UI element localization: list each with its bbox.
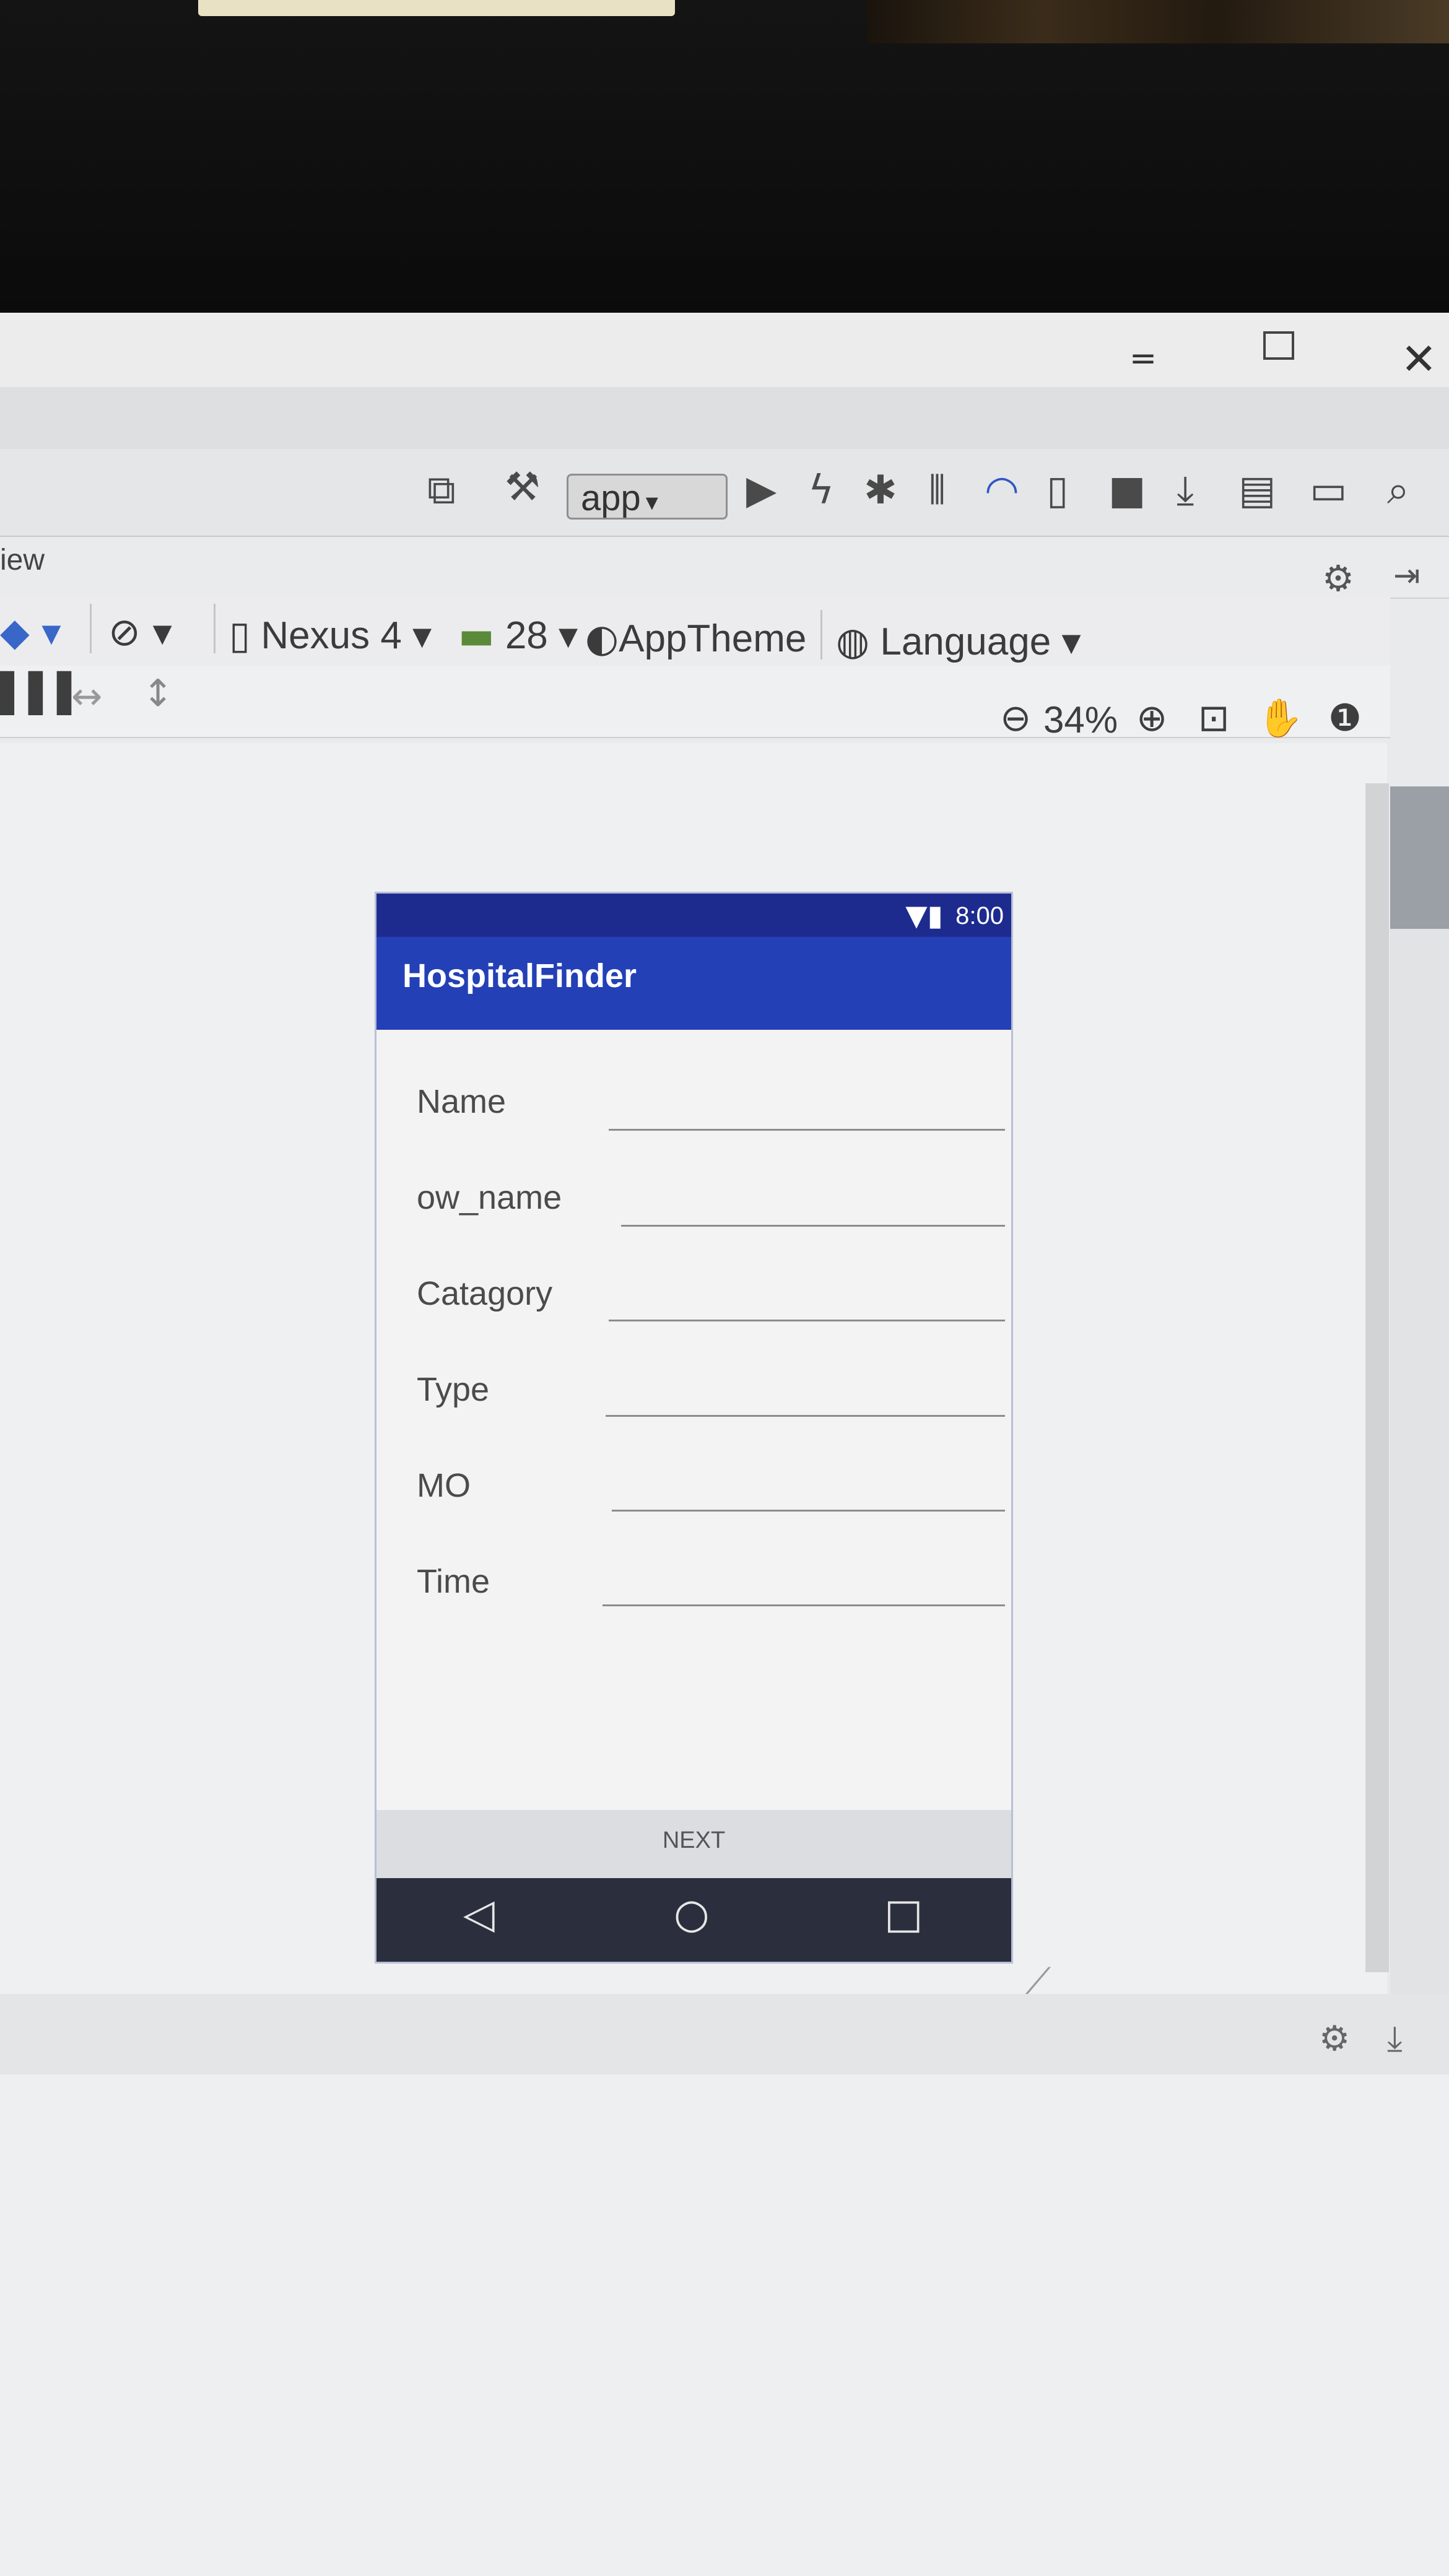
device-icon[interactable]: ▯: [1046, 471, 1068, 510]
zoom-to-fit-icon[interactable]: ⊡: [1198, 697, 1229, 740]
toolbar-divider: [820, 610, 822, 659]
ow-name-input[interactable]: [621, 1225, 1005, 1227]
run-config-label: app: [581, 478, 641, 518]
side-panel-strip: [1390, 929, 1449, 1994]
search-icon[interactable]: ⌕: [1387, 471, 1409, 510]
run-icon[interactable]: ▶: [746, 471, 777, 510]
attach-icon[interactable]: ⫴: [929, 471, 946, 510]
phone-preview[interactable]: ▼▮ 8:00 HospitalFinder Name ow_name Cata…: [375, 892, 1013, 1964]
zoom-toolbar: [0, 666, 1390, 738]
home-icon[interactable]: ○: [674, 1894, 710, 1934]
language-select[interactable]: ◍ Language ▾: [836, 619, 1081, 664]
back-icon[interactable]: ◁: [463, 1894, 495, 1934]
light-glare: [198, 0, 675, 16]
chevron-down-icon: ▾: [1061, 619, 1081, 664]
field-label-catagory: Catagory: [417, 1275, 553, 1312]
theme-label: AppTheme: [619, 617, 807, 660]
panel-title: iew: [0, 544, 45, 577]
language-label: Language: [880, 620, 1051, 663]
type-input[interactable]: [606, 1415, 1005, 1417]
recents-icon[interactable]: □: [884, 1894, 923, 1934]
vertical-resize-icon[interactable]: ↕: [142, 672, 173, 715]
bottom-panel: [0, 2074, 1449, 2576]
pan-hand-icon[interactable]: ✋: [1257, 697, 1303, 740]
next-button-label: NEXT: [662, 1827, 726, 1853]
zoom-level: 34%: [1043, 699, 1118, 741]
chevron-down-icon: ▾: [559, 612, 578, 658]
screen-icon[interactable]: ⧉: [427, 471, 456, 510]
stop-icon[interactable]: ■: [1108, 471, 1146, 510]
layers-icon[interactable]: ◆ ▾: [0, 610, 61, 655]
warning-icon[interactable]: ❶: [1328, 697, 1362, 740]
build-hammer-icon[interactable]: ⚒: [505, 468, 540, 507]
menu-bar: [0, 387, 1449, 450]
background-object: [867, 0, 1449, 43]
theme-select[interactable]: ◐AppTheme: [585, 616, 806, 661]
sdk-icon[interactable]: ⤓: [1177, 471, 1194, 510]
toolbar-divider: [214, 604, 215, 653]
status-bar: ▼▮ 8:00: [376, 894, 1011, 937]
close-icon[interactable]: ✕: [1401, 337, 1437, 381]
minimize-icon[interactable]: ‗: [1133, 321, 1153, 361]
app-title: HospitalFinder: [402, 957, 637, 994]
panel-header: [0, 539, 1449, 599]
monitor-bezel: [0, 0, 1449, 347]
status-time: 8:00: [955, 902, 1004, 929]
catagory-input[interactable]: [609, 1320, 1005, 1321]
chevron-down-icon: ▾: [645, 489, 658, 516]
toolbar-divider: [90, 604, 92, 653]
scrollbar-thumb[interactable]: [1390, 786, 1449, 929]
api-level-select[interactable]: ▬ 28 ▾: [458, 613, 578, 658]
gear-icon[interactable]: ⚙: [1322, 557, 1354, 599]
title-bar: ‗ ✕: [0, 313, 1449, 387]
zoom-in-icon[interactable]: ⊕: [1136, 697, 1167, 740]
hide-panel-icon[interactable]: ⤓: [1387, 2019, 1403, 2060]
maximize-icon[interactable]: [1263, 331, 1294, 360]
theme-icon: ◐: [585, 616, 619, 661]
debug-icon[interactable]: ✱: [864, 471, 897, 510]
gear-icon[interactable]: ⚙: [1319, 2019, 1350, 2059]
field-label-type: Type: [417, 1371, 490, 1408]
run-config-select[interactable]: app ▾: [567, 474, 728, 520]
field-label-name: Name: [417, 1083, 507, 1120]
wifi-battery-icon: ▼▮: [905, 899, 943, 932]
hide-panel-icon[interactable]: ⇥: [1393, 557, 1421, 594]
field-label-time: Time: [417, 1563, 490, 1600]
apply-changes-icon[interactable]: ϟ: [808, 471, 834, 510]
name-input[interactable]: [609, 1129, 1005, 1131]
bottom-panel-header: [0, 1994, 1449, 2076]
device-label: Nexus 4: [261, 614, 402, 657]
project-structure-icon[interactable]: ▭: [1310, 471, 1347, 510]
phone-icon: ▯: [229, 612, 251, 658]
orientation-icon[interactable]: ⊘ ▾: [108, 610, 172, 655]
chevron-down-icon: ▾: [412, 612, 432, 658]
mo-input[interactable]: [612, 1510, 1005, 1512]
api-level-label: 28: [505, 614, 548, 657]
android-icon: ▬: [458, 612, 495, 658]
horizontal-resize-icon[interactable]: ↔: [71, 675, 102, 718]
device-select[interactable]: ▯ Nexus 4 ▾: [229, 613, 432, 658]
vertical-scrollbar[interactable]: [1365, 783, 1389, 1972]
avd-icon[interactable]: ▤: [1238, 471, 1276, 510]
field-label-mo: MO: [417, 1467, 471, 1504]
zoom-out-icon[interactable]: ⊖: [1000, 697, 1031, 740]
globe-icon: ◍: [836, 619, 870, 664]
time-input[interactable]: [603, 1604, 1005, 1606]
profile-icon[interactable]: ◠: [985, 471, 1019, 510]
field-label-ow-name: ow_name: [417, 1179, 562, 1216]
